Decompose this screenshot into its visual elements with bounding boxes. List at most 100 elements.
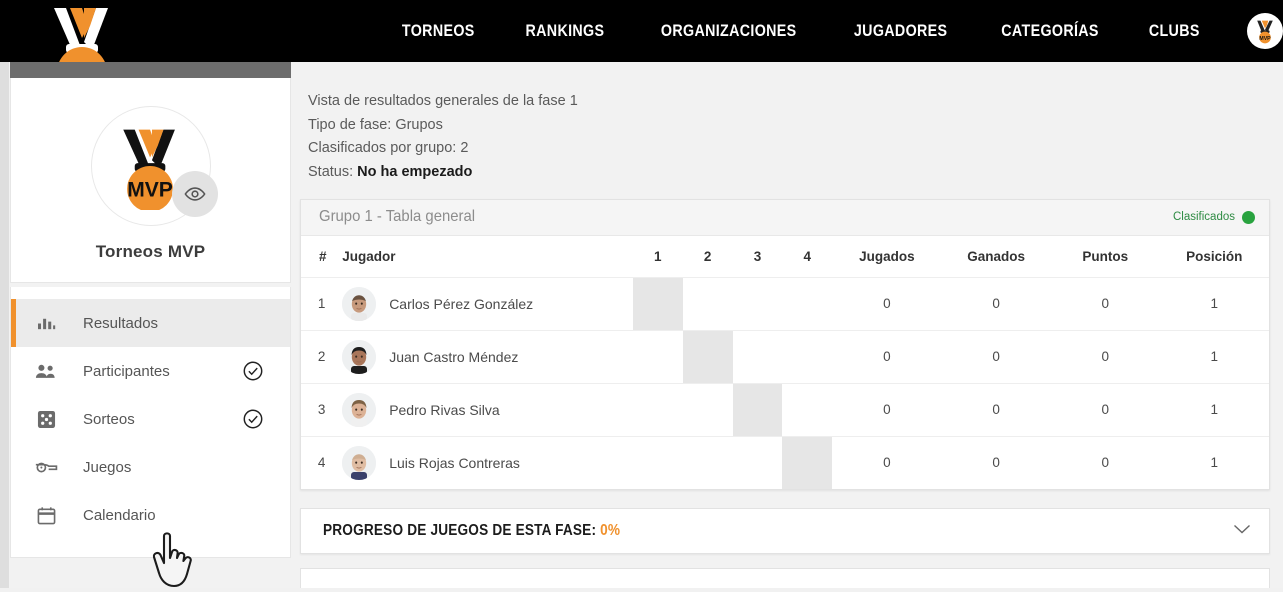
col-match-4: 4 xyxy=(782,235,833,278)
table-row[interactable]: 3 Pedro Rivas Silva 0 0 0 1 xyxy=(301,383,1269,437)
col-ganados: Ganados xyxy=(941,235,1051,278)
sidebar: MVP Torneos MVP Resultados Participantes… xyxy=(10,62,291,558)
nav-link-torneos[interactable]: TORNEOS xyxy=(387,21,490,41)
nav-link-organizaciones[interactable]: ORGANIZACIONES xyxy=(645,21,811,41)
cell-match-3[interactable] xyxy=(732,277,783,331)
col-jugados: Jugados xyxy=(832,235,942,278)
sidebar-item-label: Juegos xyxy=(83,458,132,476)
cell-puntos: 0 xyxy=(1050,383,1160,437)
cell-match-2[interactable] xyxy=(683,436,733,489)
player-name: Pedro Rivas Silva xyxy=(389,401,500,418)
table-row[interactable]: 2 Juan Castro Méndez 0 0 0 1 xyxy=(301,330,1269,384)
col-match-1: 1 xyxy=(632,235,683,278)
cell-ganados: 0 xyxy=(941,277,1051,331)
cell-match-2[interactable] xyxy=(682,383,733,437)
cell-match-1[interactable] xyxy=(632,330,683,384)
cell-player: Juan Castro Méndez xyxy=(342,330,633,384)
chevron-down-icon[interactable] xyxy=(1233,522,1251,540)
qualified-legend-label: Clasificados xyxy=(1173,211,1235,223)
user-avatar-button[interactable]: MVP xyxy=(1247,13,1283,49)
svg-text:MVP: MVP xyxy=(127,179,173,202)
check-circle-icon xyxy=(242,408,264,430)
cell-match-1[interactable] xyxy=(633,436,683,489)
cell-match-4[interactable] xyxy=(782,383,833,437)
calendar-icon xyxy=(31,506,61,525)
sidebar-item-label: Sorteos xyxy=(83,410,135,428)
col-match-2: 2 xyxy=(682,235,733,278)
svg-text:MVP: MVP xyxy=(1259,36,1271,42)
cell-puntos: 0 xyxy=(1050,330,1160,384)
standings-table-header: Grupo 1 - Tabla general Clasificados xyxy=(301,199,1269,236)
cell-rank: 3 xyxy=(301,383,343,437)
cell-ganados: 0 xyxy=(941,383,1051,437)
phase-info-block: Vista de resultados generales de la fase… xyxy=(300,62,1275,199)
sidebar-menu: Resultados Participantes Sorteos Juegos … xyxy=(10,287,291,558)
eye-icon xyxy=(183,187,206,201)
people-icon xyxy=(31,363,61,380)
cell-player: Luis Rojas Contreras xyxy=(342,436,633,489)
standings-table: # Jugador 1 2 3 4 Jugados Ganados Puntos… xyxy=(301,235,1269,489)
tournament-avatar[interactable]: MVP xyxy=(90,106,218,226)
phase-status-label: Status: xyxy=(308,163,358,180)
cell-jugados: 0 xyxy=(832,277,942,331)
main-content: Vista de resultados generales de la fase… xyxy=(300,62,1275,588)
bar-chart-icon xyxy=(31,315,61,332)
cell-match-1[interactable] xyxy=(632,383,683,437)
cell-posicion: 1 xyxy=(1210,455,1219,471)
cell-player: Pedro Rivas Silva xyxy=(342,383,633,437)
standings-header-row: # Jugador 1 2 3 4 Jugados Ganados Puntos… xyxy=(301,235,1269,278)
cell-match-3[interactable] xyxy=(732,330,783,384)
phase-info-line-1: Vista de resultados generales de la fase… xyxy=(308,93,578,109)
cell-puntos: 0 xyxy=(1050,277,1160,331)
nav-link-jugadores[interactable]: JUGADORES xyxy=(839,21,963,41)
cell-match-4 xyxy=(782,436,833,489)
cell-match-3 xyxy=(732,383,783,437)
nav-link-categorias[interactable]: CATEGORÍAS xyxy=(987,21,1115,41)
col-rank: # xyxy=(301,235,343,278)
player-name: Luis Rojas Contreras xyxy=(389,454,520,471)
cell-match-3[interactable] xyxy=(733,436,783,489)
cell-posicion: 1 xyxy=(1159,383,1269,437)
standings-body: 1 Carlos Pérez González 0 0 0 1 2 Juan Castro M… xyxy=(301,277,1269,489)
table-row[interactable]: 1 Carlos Pérez González 0 0 0 1 xyxy=(301,277,1269,331)
cell-match-4[interactable] xyxy=(782,277,833,331)
cell-jugados: 0 xyxy=(832,330,942,384)
sidebar-item-sorteos[interactable]: Sorteos xyxy=(11,395,290,443)
avatar xyxy=(342,445,377,480)
sidebar-item-calendario[interactable]: Calendario xyxy=(11,491,290,539)
qualified-legend-dot xyxy=(1242,210,1255,224)
top-navigation-bar: MVP TORNEOS RANKINGS ORGANIZACIONES JUGA… xyxy=(0,0,1283,96)
nav-link-rankings[interactable]: RANKINGS xyxy=(510,21,619,41)
nav-link-clubs[interactable]: CLUBS xyxy=(1134,21,1215,41)
left-scroll-gutter xyxy=(0,62,9,588)
col-player: Jugador xyxy=(342,235,633,278)
nav-left-region: MVP xyxy=(0,0,359,96)
preview-eye-button[interactable] xyxy=(171,171,218,217)
cell-posicion: 1 xyxy=(1159,277,1269,331)
phase-info-line-3: Clasificados por grupo: 2 xyxy=(308,140,469,157)
avatar xyxy=(342,392,377,427)
dice-icon xyxy=(31,410,61,429)
cell-ganados: 0 xyxy=(992,455,1000,471)
cell-match-2[interactable] xyxy=(682,277,733,331)
phase-progress-text: PROGRESO DE JUEGOS DE ESTA FASE: xyxy=(323,522,601,539)
sidebar-item-participantes[interactable]: Participantes xyxy=(11,347,290,395)
phase-info-line-2: Tipo de fase: Grupos xyxy=(308,116,443,133)
sidebar-profile-card: MVP Torneos MVP xyxy=(10,78,291,283)
group-table-title: Grupo 1 - Tabla general xyxy=(319,208,476,225)
cell-puntos: 0 xyxy=(1101,455,1109,471)
sidebar-item-label: Calendario xyxy=(83,506,156,524)
cell-match-1 xyxy=(632,277,683,331)
sidebar-item-label: Participantes xyxy=(83,362,170,380)
table-row[interactable]: 4 Luis Rojas Contreras 0 0 0 1 xyxy=(301,436,1269,489)
standings-table-card: Grupo 1 - Tabla general Clasificados # J… xyxy=(300,198,1270,490)
phase-progress-label: PROGRESO DE JUEGOS DE ESTA FASE: 0% xyxy=(323,522,1124,540)
cell-match-4[interactable] xyxy=(782,330,833,384)
cell-jugados: 0 xyxy=(832,383,942,437)
phase-progress-bar[interactable]: PROGRESO DE JUEGOS DE ESTA FASE: 0% xyxy=(300,508,1270,554)
cell-match-2 xyxy=(682,330,733,384)
sidebar-item-juegos[interactable]: Juegos xyxy=(11,443,290,491)
player-name: Carlos Pérez González xyxy=(389,295,534,312)
cell-jugados: 0 xyxy=(883,455,891,471)
sidebar-item-resultados[interactable]: Resultados xyxy=(11,299,290,347)
